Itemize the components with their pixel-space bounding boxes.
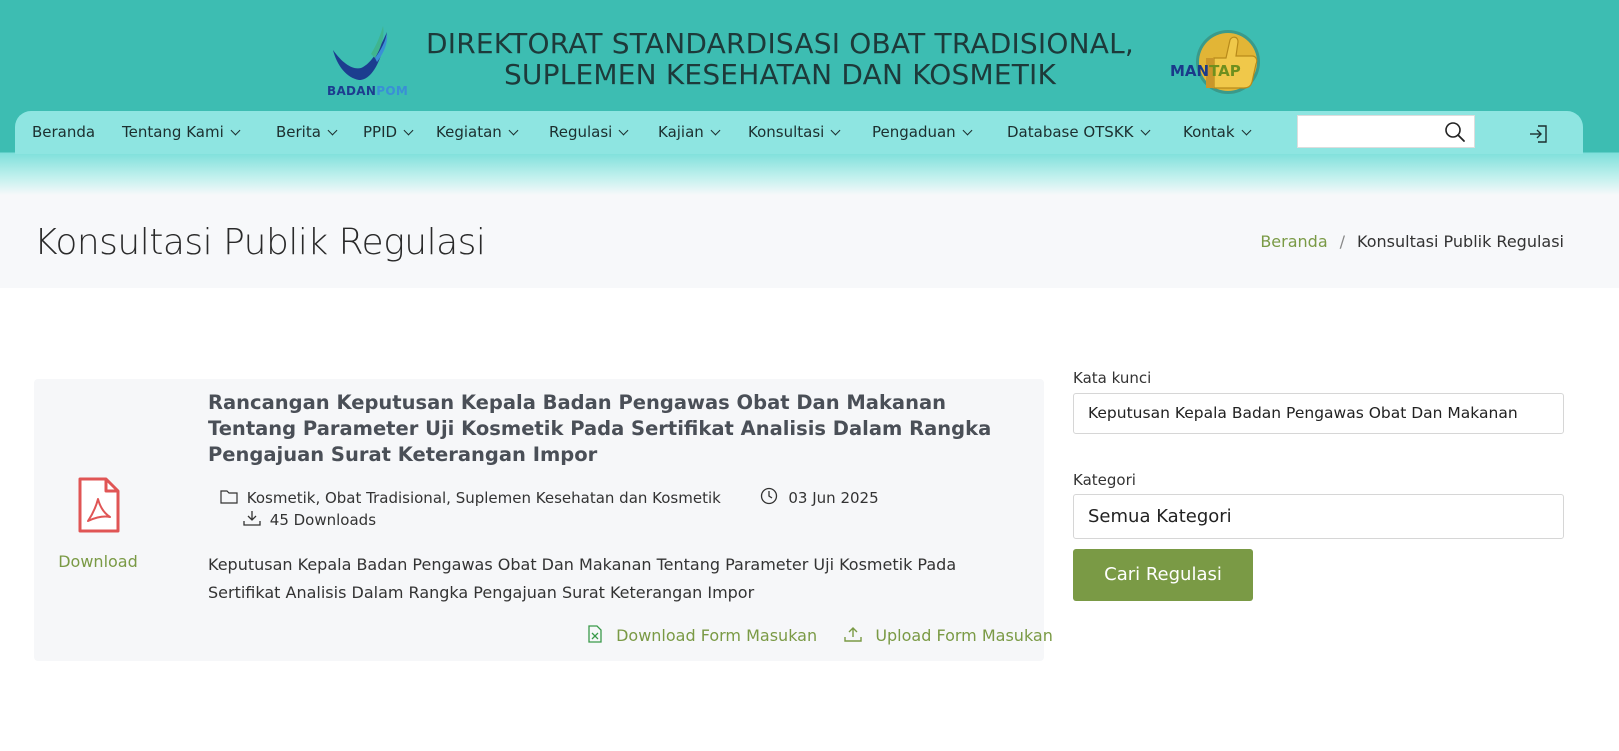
chevron-down-icon [1140, 125, 1150, 136]
nav-item-kontak[interactable]: Kontak [1183, 111, 1251, 154]
excel-file-icon [587, 625, 603, 647]
chevron-down-icon [618, 125, 629, 136]
pdf-file-icon[interactable] [76, 477, 122, 533]
nav-item-label: Berita [276, 123, 321, 141]
chevron-down-icon [327, 125, 338, 136]
form-actions: Download Form Masukan Upload Form Masuka… [587, 625, 1053, 647]
nav-item-database-otskk[interactable]: Database OTSKK [1007, 111, 1150, 154]
site-header: BADANPOM DIREKTORAT STANDARDISASI OBAT T… [0, 0, 1619, 195]
badan-pom-emblem-icon [333, 26, 388, 80]
chevron-down-icon [508, 125, 519, 136]
pdf-download-link[interactable]: Download [34, 552, 162, 571]
site-title-line1: DIREKTORAT STANDARDISASI OBAT TRADISIONA… [426, 27, 1134, 60]
regulation-categories: Kosmetik, Obat Tradisional, Suplemen Kes… [246, 488, 721, 507]
nav-item-label: Beranda [32, 123, 96, 141]
nav-item-konsultasi[interactable]: Konsultasi [748, 111, 841, 154]
nav-item-label: Regulasi [549, 123, 613, 141]
nav-item-beranda[interactable]: Beranda [32, 111, 95, 154]
nav-item-label: Pengaduan [872, 123, 956, 141]
nav-item-pengaduan[interactable]: Pengaduan [872, 111, 973, 154]
nav-item-label: PPID [363, 123, 398, 141]
keyword-input[interactable]: Keputusan Kepala Badan Pengawas Obat Dan… [1073, 393, 1564, 434]
breadcrumb-home-link[interactable]: Beranda [1260, 232, 1327, 251]
login-icon[interactable] [1527, 124, 1549, 144]
breadcrumb-current: Konsultasi Publik Regulasi [1357, 232, 1564, 251]
keyword-label: Kata kunci [1073, 369, 1152, 387]
nav-item-kajian[interactable]: Kajian [658, 111, 721, 154]
search-regulation-button[interactable]: Cari Regulasi [1073, 549, 1253, 601]
regulation-title[interactable]: Rancangan Keputusan Kepala Badan Pengawa… [208, 390, 1016, 468]
category-select[interactable]: Semua Kategori [1073, 494, 1564, 539]
page-title: Konsultasi Publik Regulasi [34, 222, 486, 263]
download-icon [243, 510, 261, 530]
regulation-date: 03 Jun 2025 [788, 488, 879, 507]
download-count-text: 45 Downloads [269, 510, 377, 529]
regulation-download-count: 45 Downloads [243, 510, 376, 530]
nav-search-input[interactable] [1298, 116, 1438, 147]
mantap-wordmark: MANTAP [1170, 62, 1241, 80]
folder-icon [220, 489, 238, 508]
mantap-logo[interactable]: MANTAP [1168, 28, 1274, 98]
nav-item-label: Kontak [1183, 123, 1235, 141]
chevron-down-icon [1241, 125, 1251, 136]
chevron-down-icon [403, 125, 414, 136]
nav-item-kegiatan[interactable]: Kegiatan [436, 111, 519, 154]
chevron-down-icon [230, 125, 241, 136]
nav-item-label: Database OTSKK [1007, 123, 1134, 141]
nav-item-regulasi[interactable]: Regulasi [549, 111, 629, 154]
nav-item-label: Kajian [658, 123, 704, 141]
nav-item-ppid[interactable]: PPID [363, 111, 414, 154]
chevron-down-icon [962, 125, 973, 136]
badan-pom-logo[interactable]: BADANPOM [325, 24, 411, 102]
nav-item-berita[interactable]: Berita [276, 111, 338, 154]
upload-form-button[interactable]: Upload Form Masukan [844, 626, 1053, 647]
regulation-description: Keputusan Kepala Badan Pengawas Obat Dan… [208, 555, 957, 602]
regulation-meta: Kosmetik, Obat Tradisional, Suplemen Kes… [220, 487, 879, 509]
site-title-line2: SUPLEMEN KESEHATAN DAN KOSMETIK [503, 58, 1057, 91]
nav-item-label: Kegiatan [436, 123, 502, 141]
nav-item-tentang-kami[interactable]: Tentang Kami [122, 111, 241, 154]
download-form-button[interactable]: Download Form Masukan [587, 625, 817, 647]
breadcrumb: Beranda / Konsultasi Publik Regulasi [1260, 232, 1564, 251]
download-form-label: Download Form Masukan [616, 625, 818, 645]
search-icon[interactable] [1443, 120, 1469, 144]
badan-pom-caption: BADANPOM [327, 84, 409, 98]
chevron-down-icon [710, 125, 721, 136]
nav-item-label: Tentang Kami [122, 123, 224, 141]
header-banner: BADANPOM DIREKTORAT STANDARDISASI OBAT T… [0, 2, 1619, 110]
upload-form-label: Upload Form Masukan [875, 625, 1053, 645]
site-title: DIREKTORAT STANDARDISASI OBAT TRADISIONA… [420, 28, 1140, 90]
breadcrumb-separator: / [1339, 232, 1346, 251]
upload-icon [844, 626, 862, 646]
chevron-down-icon [830, 125, 841, 136]
clock-icon [760, 487, 778, 509]
nav-item-label: Konsultasi [748, 123, 825, 141]
category-label: Kategori [1073, 471, 1136, 489]
main-navigation: Beranda Tentang Kami Berita PPID Kegiatan Reg… [15, 111, 1583, 154]
nav-search-box [1297, 115, 1475, 148]
